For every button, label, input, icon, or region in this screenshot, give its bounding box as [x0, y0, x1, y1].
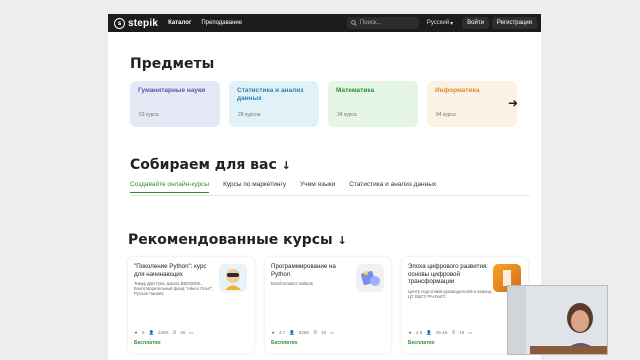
subject-card-statistics[interactable]: Статистика и анализ данных 28 курсов [229, 81, 319, 127]
tab-create-courses[interactable]: Создавайте онлайн-курсы [130, 181, 210, 193]
course-thumbnail [219, 264, 247, 292]
tabs-divider [130, 195, 530, 196]
learners: 528K [298, 330, 310, 335]
collection-tabs: Создавайте онлайн-курсы Курсы по маркети… [130, 181, 436, 193]
logo-text: stepik [128, 17, 159, 29]
hours: 46 [180, 330, 186, 335]
subject-card-informatics[interactable]: Информатика 84 курса [427, 81, 517, 127]
star-icon: ★ [134, 330, 139, 335]
hours: 19 [320, 330, 326, 335]
browser-page: s stepik Каталог Преподавание Поиск... Р… [108, 14, 541, 360]
recommended-heading-text: Рекомендованные курсы [128, 232, 333, 248]
subjects-heading: Предметы [130, 56, 215, 72]
stepik-logo[interactable]: s stepik [114, 17, 159, 29]
hours: 19 [459, 330, 465, 335]
tab-languages[interactable]: Учим языки [300, 181, 335, 193]
arrow-down-icon: ↓ [337, 234, 347, 247]
course-thumbnail [356, 264, 384, 292]
arrow-down-icon: ↓ [281, 159, 291, 172]
login-button[interactable]: Войти [462, 17, 489, 29]
register-button[interactable]: Регистрация [491, 17, 537, 29]
learners: 248K [158, 330, 169, 335]
search-placeholder: Поиск... [359, 20, 382, 26]
subject-count: 53 курса [139, 112, 159, 118]
avatar-illustration-icon [225, 269, 241, 290]
puzzle-icon [361, 271, 380, 286]
collections-heading: Собираем для вас ↓ [130, 157, 291, 173]
chevron-down-icon: ▾ [450, 20, 454, 27]
learners: 46.4K [435, 330, 448, 335]
search-input[interactable]: Поиск... [346, 17, 419, 29]
course-author: Тимур Дай Гуев, Школа BEEGEEK, Благотвор… [134, 281, 214, 296]
course-price: Бесплатно [134, 340, 161, 346]
subject-name: Статистика и анализ данных [237, 87, 304, 102]
clock-icon: ⏱ [451, 330, 456, 335]
subject-name: Информатика [435, 87, 480, 94]
course-author: Центр подготовки руководителей и команд … [408, 288, 492, 299]
course-title: Программирование на Python [271, 263, 336, 278]
course-title: "Поколение Python": курс для начинающих [134, 263, 207, 278]
certificate-icon: ▭ [189, 330, 194, 335]
course-card-python-generation[interactable]: "Поколение Python": курс для начинающих … [128, 257, 254, 353]
subject-card-math[interactable]: Математика 34 курса [328, 81, 418, 127]
subject-name: Математика [336, 87, 375, 94]
tab-statistics[interactable]: Статистика и анализ данных [349, 181, 436, 193]
language-select[interactable]: Русский ▾ [427, 20, 453, 27]
course-stats: ★ 4.7 👤 528K ⏱ 19 ▭ [271, 330, 334, 336]
stepik-logo-icon: s [114, 17, 125, 29]
subject-name: Гуманитарные науки [138, 87, 206, 94]
rating: 4.7 [279, 330, 286, 335]
top-navbar: s stepik Каталог Преподавание Поиск... Р… [108, 14, 541, 32]
learners-icon: 👤 [148, 330, 155, 335]
course-stats: ★ 4.8 👤 46.4K ⏱ 19 ▭ [408, 330, 472, 336]
course-price: Бесплатно [271, 340, 298, 346]
collections-heading-text: Собираем для вас [130, 157, 277, 173]
language-label: Русский [426, 20, 450, 26]
course-price: Бесплатно [408, 340, 435, 346]
certificate-icon: ▭ [329, 330, 335, 335]
subject-card-humanities[interactable]: Гуманитарные науки 53 курса [130, 81, 220, 127]
subject-count: 28 курсов [238, 112, 261, 118]
nav-teaching-link[interactable]: Преподавание [201, 20, 242, 26]
clock-icon: ⏱ [172, 330, 177, 335]
clock-icon: ⏱ [313, 330, 317, 335]
rating: 4.8 [416, 330, 423, 335]
webcam-overlay [507, 285, 608, 355]
nav-catalog-link[interactable]: Каталог [168, 20, 191, 26]
tab-marketing[interactable]: Курсы по маркетингу [223, 181, 286, 193]
course-title: Эпоха цифрового развития: основы цифрово… [408, 263, 489, 285]
presenter-video-icon [508, 286, 607, 354]
course-card-python-programming[interactable]: Программирование на Python Bioinformatic… [265, 257, 391, 353]
star-icon: ★ [271, 330, 276, 335]
subject-count: 34 курса [337, 112, 357, 118]
star-icon: ★ [408, 330, 413, 335]
subject-count: 84 курса [436, 112, 456, 118]
rating: 5 [142, 330, 145, 335]
course-stats: ★ 5 👤 248K ⏱ 46 ▭ [134, 330, 193, 336]
certificate-icon: ▭ [468, 330, 473, 335]
learners-icon: 👤 [426, 330, 432, 335]
recommended-heading: Рекомендованные курсы ↓ [128, 232, 347, 248]
course-author: Bioinformatics Institute [271, 281, 314, 286]
search-icon [351, 20, 357, 26]
arrow-right-icon[interactable]: ➜ [508, 96, 518, 110]
learners-icon: 👤 [289, 330, 295, 335]
